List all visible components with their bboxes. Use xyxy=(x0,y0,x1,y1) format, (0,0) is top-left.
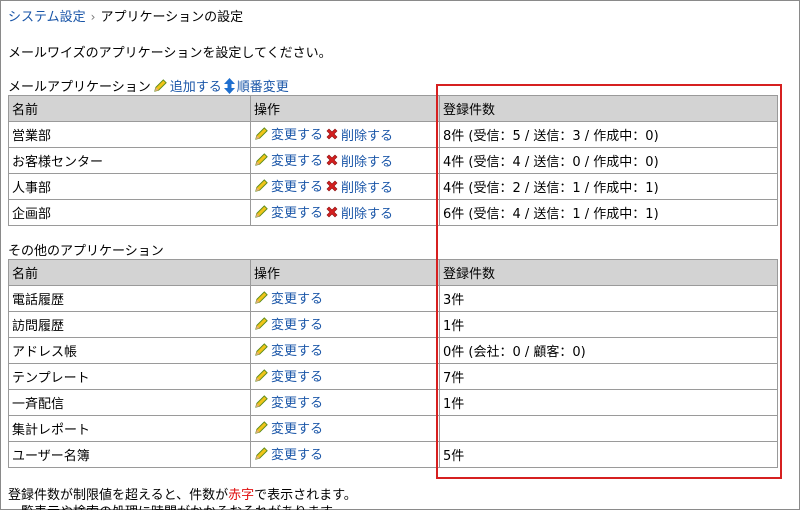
app-name: ユーザー名簿 xyxy=(8,441,251,468)
delete-x-icon xyxy=(326,154,338,166)
pencil-icon xyxy=(255,421,268,434)
edit-button[interactable]: 変更する xyxy=(254,444,323,463)
operation-cell: 変更する 削除する xyxy=(250,121,440,148)
edit-label: 変更する xyxy=(271,180,324,195)
pencil-icon xyxy=(255,291,268,304)
edit-label: 変更する xyxy=(271,292,324,307)
up-down-arrow-icon xyxy=(223,77,235,94)
column-header-name: 名前 xyxy=(8,259,251,286)
delete-x-icon xyxy=(326,206,338,218)
pencil-icon xyxy=(153,79,167,92)
app-name: 電話履歴 xyxy=(8,285,251,312)
reorder-label: 順番変更 xyxy=(236,80,289,95)
edit-label: 変更する xyxy=(271,154,324,169)
pencil-icon xyxy=(255,179,268,192)
mail-section-header: メールアプリケーション 追加する 順番変更 xyxy=(8,76,289,95)
edit-button[interactable]: 変更する xyxy=(254,176,323,195)
add-app-label: 追加する xyxy=(169,80,222,95)
column-header-name: 名前 xyxy=(8,95,251,122)
breadcrumb-separator-icon: › xyxy=(90,10,96,24)
edit-label: 変更する xyxy=(271,422,324,437)
pencil-icon xyxy=(255,343,268,356)
app-name: 企画部 xyxy=(8,199,251,226)
operation-cell: 変更する 削除する xyxy=(250,199,440,226)
operation-cell: 変更する xyxy=(250,363,440,390)
operation-cell: 変更する 削除する xyxy=(250,147,440,174)
edit-label: 変更する xyxy=(271,396,324,411)
app-name: 一斉配信 xyxy=(8,389,251,416)
edit-button[interactable]: 変更する xyxy=(254,288,323,307)
edit-button[interactable]: 変更する xyxy=(254,150,323,169)
delete-label: 削除する xyxy=(341,154,394,170)
column-header-operation: 操作 xyxy=(250,259,440,286)
pencil-icon xyxy=(255,395,268,408)
operation-cell: 変更する xyxy=(250,441,440,468)
delete-x-icon xyxy=(326,128,338,140)
pencil-icon xyxy=(255,317,268,330)
app-name: 訪問履歴 xyxy=(8,311,251,338)
operation-cell: 変更する xyxy=(250,389,440,416)
edit-button[interactable]: 変更する xyxy=(254,418,323,437)
operation-cell: 変更する xyxy=(250,285,440,312)
operation-cell: 変更する xyxy=(250,415,440,442)
pencil-icon xyxy=(255,153,268,166)
pencil-icon xyxy=(255,369,268,382)
delete-button[interactable]: 削除する xyxy=(325,203,393,222)
pencil-icon xyxy=(255,447,268,460)
intro-text: メールワイズのアプリケーションを設定してください。 xyxy=(8,46,332,61)
app-name: アドレス帳 xyxy=(8,337,251,364)
edit-label: 変更する xyxy=(271,344,324,359)
delete-button[interactable]: 削除する xyxy=(325,125,393,144)
breadcrumb: システム設定 › アプリケーションの設定 xyxy=(8,6,243,25)
app-name: テンプレート xyxy=(8,363,251,390)
pencil-icon xyxy=(255,205,268,218)
operation-cell: 変更する 削除する xyxy=(250,173,440,200)
operation-cell: 変更する xyxy=(250,311,440,338)
delete-x-icon xyxy=(326,180,338,192)
pencil-icon xyxy=(255,127,268,140)
count-column-highlight-box xyxy=(436,84,782,479)
edit-button[interactable]: 変更する xyxy=(254,340,323,359)
mail-section-title: メールアプリケーション xyxy=(8,80,151,95)
edit-label: 変更する xyxy=(271,318,324,333)
other-section-title: その他のアプリケーション xyxy=(8,244,164,259)
performance-note: 一覧表示や検索の処理に時間がかかるおそれがあります。 xyxy=(8,501,345,510)
app-name: 集計レポート xyxy=(8,415,251,442)
other-section-header: その他のアプリケーション xyxy=(8,240,164,259)
operation-cell: 変更する xyxy=(250,337,440,364)
edit-label: 変更する xyxy=(271,128,324,143)
app-name: 営業部 xyxy=(8,121,251,148)
delete-label: 削除する xyxy=(341,180,394,196)
edit-label: 変更する xyxy=(271,206,324,221)
delete-label: 削除する xyxy=(341,206,394,222)
page-title: アプリケーションの設定 xyxy=(100,10,244,25)
edit-button[interactable]: 変更する xyxy=(254,314,323,333)
app-name: 人事部 xyxy=(8,173,251,200)
edit-button[interactable]: 変更する xyxy=(254,392,323,411)
add-app-button[interactable]: 追加する xyxy=(153,76,222,95)
reorder-button[interactable]: 順番変更 xyxy=(223,76,289,95)
breadcrumb-link-system-settings[interactable]: システム設定 xyxy=(8,10,86,25)
edit-button[interactable]: 変更する xyxy=(254,202,323,221)
edit-label: 変更する xyxy=(271,448,324,463)
edit-button[interactable]: 変更する xyxy=(254,366,323,385)
app-name: お客様センター xyxy=(8,147,251,174)
delete-button[interactable]: 削除する xyxy=(325,177,393,196)
delete-label: 削除する xyxy=(341,128,394,144)
delete-button[interactable]: 削除する xyxy=(325,151,393,170)
edit-button[interactable]: 変更する xyxy=(254,124,323,143)
edit-label: 変更する xyxy=(271,370,324,385)
column-header-operation: 操作 xyxy=(250,95,440,122)
